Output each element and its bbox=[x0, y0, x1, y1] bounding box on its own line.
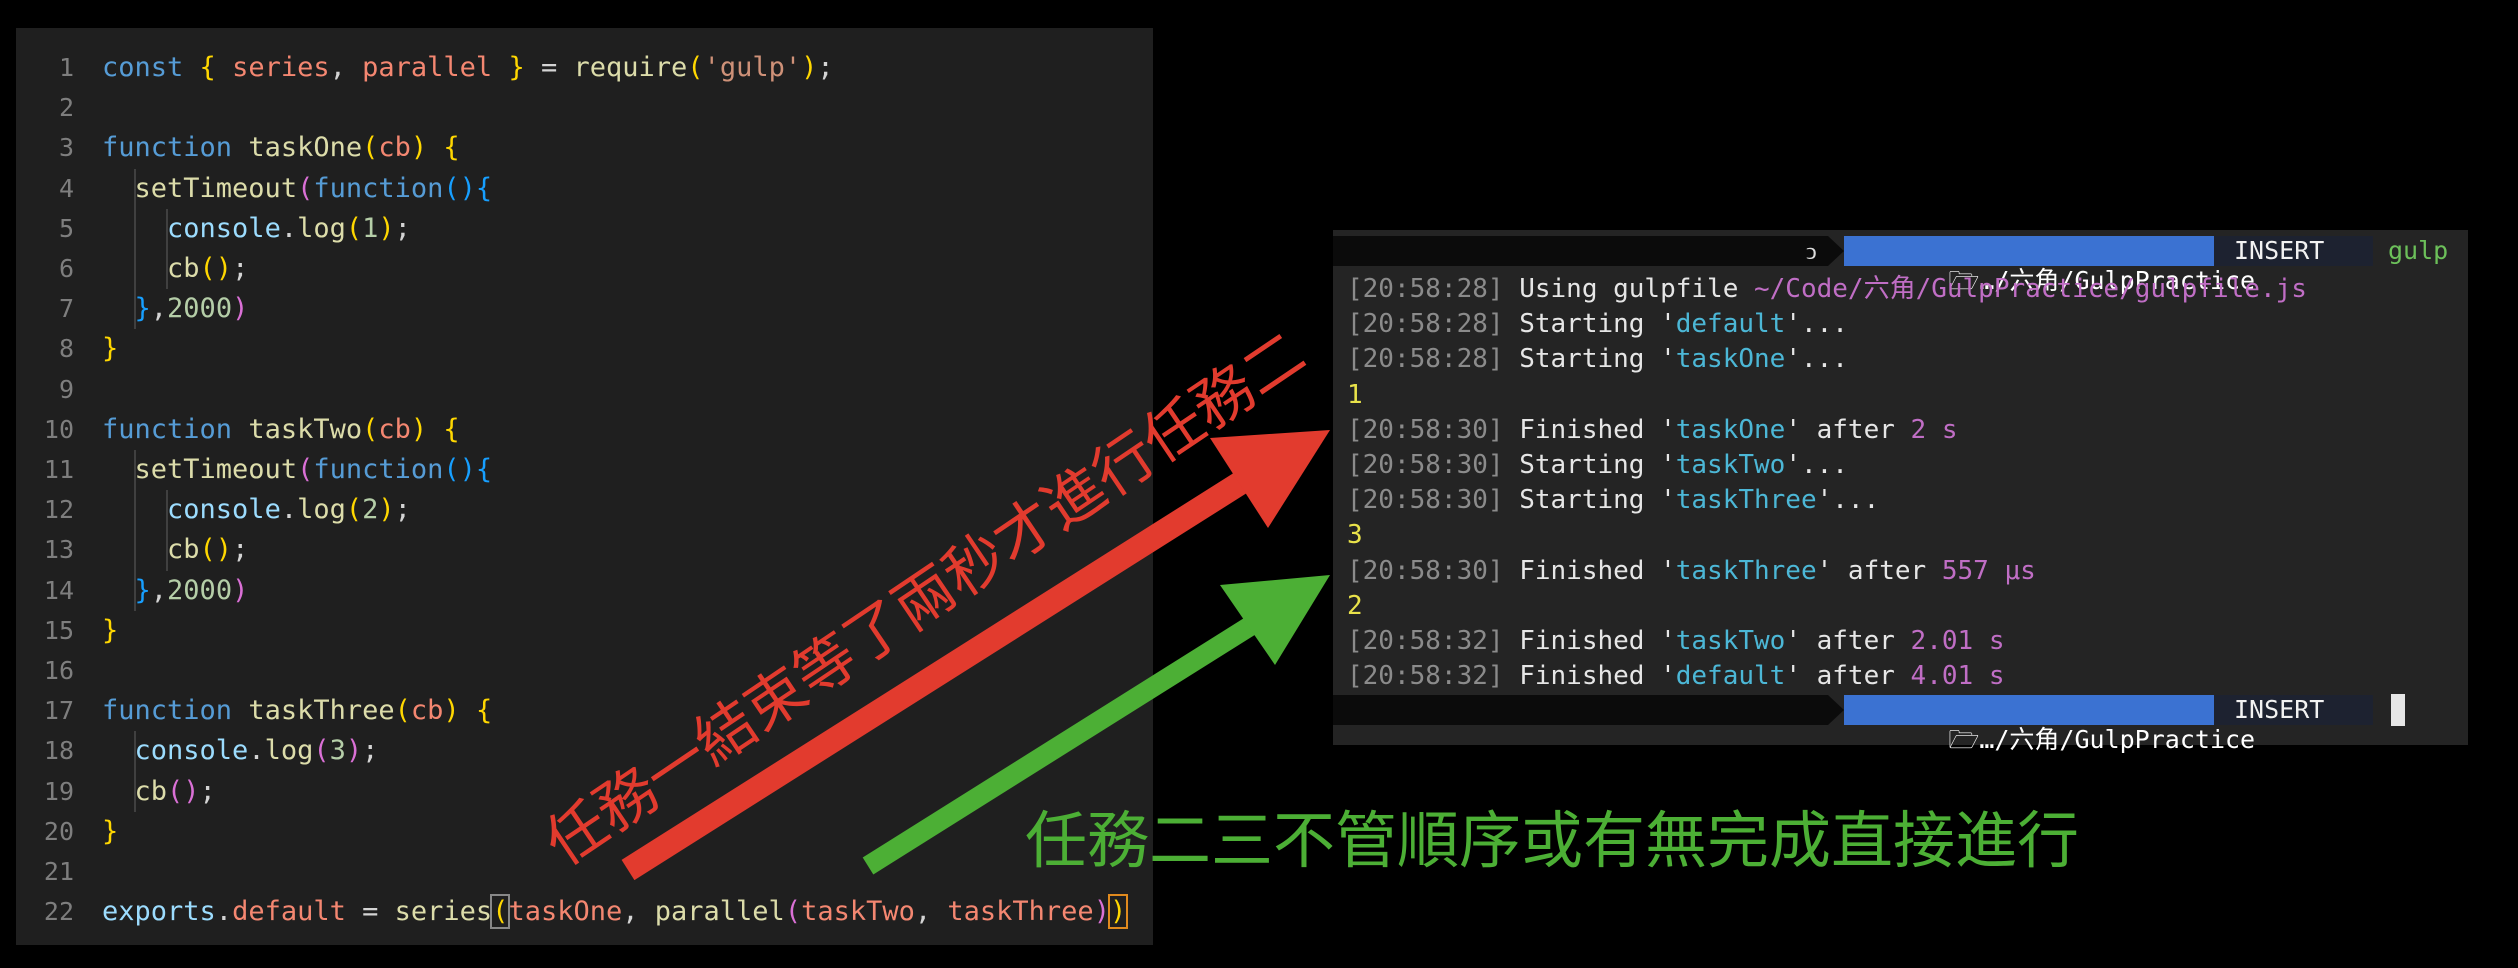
green-arrow-head bbox=[1220, 575, 1330, 665]
green-annotation: 任務二三不管順序或有無完成直接進行 bbox=[1025, 804, 2080, 877]
